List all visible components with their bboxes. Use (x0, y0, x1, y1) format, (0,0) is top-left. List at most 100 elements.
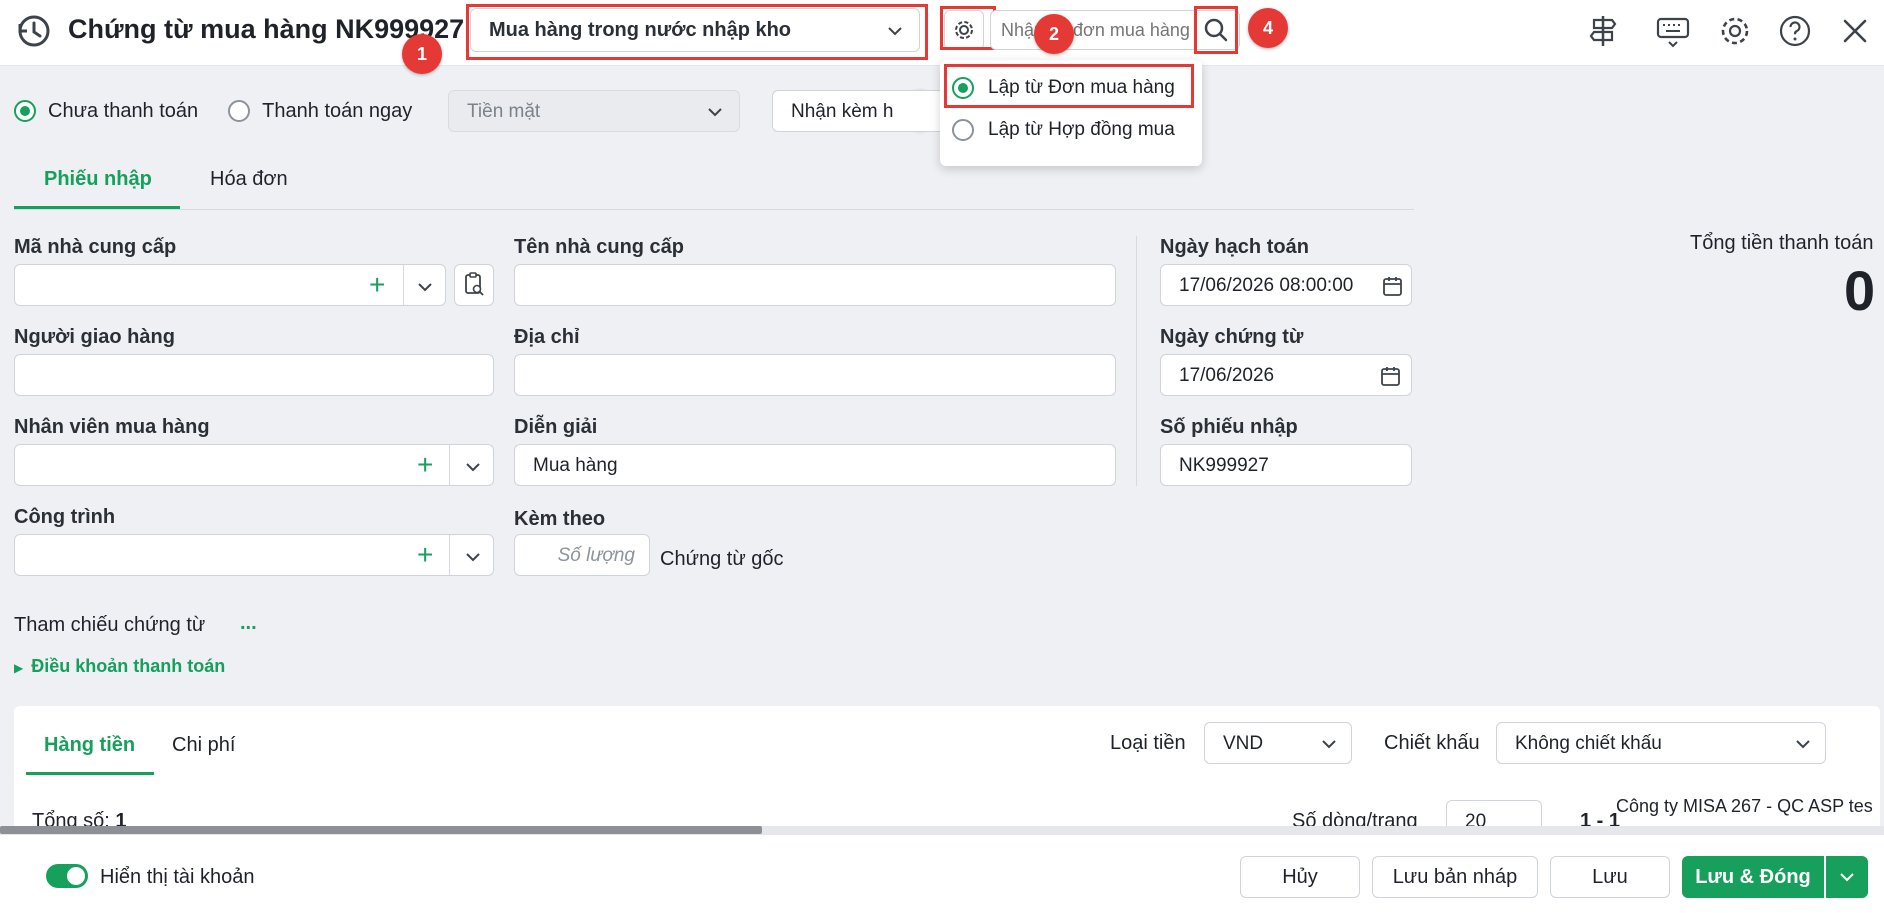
address-field[interactable] (514, 354, 1116, 396)
annotation-badge-1: 1 (402, 34, 442, 74)
receipt-no-label: Số phiếu nhập (1160, 416, 1298, 438)
scrollbar-thumb[interactable] (0, 826, 762, 834)
settings-icon[interactable] (1716, 12, 1754, 50)
receipt-no-field[interactable]: NK999927 (1160, 444, 1412, 486)
project-label: Công trình (14, 506, 116, 528)
show-account-toggle[interactable] (46, 864, 88, 888)
voucher-date-value: 17/06/2026 (1179, 365, 1275, 386)
posting-date-field[interactable]: 17/06/2026 08:00:00 (1160, 264, 1412, 306)
active-tab-indicator (14, 206, 180, 209)
field-separator (449, 445, 450, 485)
add-project-icon[interactable]: + (417, 537, 433, 573)
voucher-reference-button[interactable]: ... (240, 612, 257, 635)
attach-suffix: Chứng từ gốc (660, 548, 784, 570)
discount-label: Chiết khấu (1384, 732, 1480, 754)
save-draft-button[interactable]: Lưu bản nháp (1372, 856, 1538, 898)
payment-method-value: Tiền mặt (467, 101, 541, 122)
chevron-down-icon[interactable] (415, 277, 435, 297)
save-options-button[interactable] (1826, 856, 1868, 898)
chevron-down-icon[interactable] (463, 547, 483, 567)
chevron-down-icon (708, 108, 722, 117)
description-label: Diễn giải (514, 416, 598, 438)
project-field[interactable]: + (14, 534, 494, 576)
payment-status-group: Chưa thanh toán Thanh toán ngay (14, 96, 412, 126)
supplier-name-field[interactable] (514, 264, 1116, 306)
purchase-contract-label: Lập từ Hợp đồng mua (988, 119, 1175, 140)
purchase-contract-radio[interactable] (952, 119, 974, 141)
close-icon[interactable] (1836, 12, 1874, 50)
page-title: Chứng từ mua hàng NK999927 (68, 14, 465, 44)
chevron-down-icon (1840, 873, 1854, 882)
order-search-input[interactable] (1001, 18, 1191, 42)
popup-item-purchase-contract[interactable]: Lập từ Hợp đồng mua (952, 112, 1175, 148)
add-supplier-icon[interactable]: + (369, 267, 385, 303)
active-tab-indicator (26, 772, 154, 775)
payment-method-select: Tiền mặt (448, 90, 740, 132)
deliverer-label: Người giao hàng (14, 326, 175, 348)
save-button[interactable]: Lưu (1550, 856, 1670, 898)
attach-quantity-placeholder: Số lượng (557, 545, 635, 566)
discount-value: Không chiết khấu (1515, 733, 1662, 754)
supplier-code-field[interactable]: + (14, 264, 446, 306)
keyboard-icon[interactable] (1654, 12, 1692, 50)
chevron-down-icon (1322, 740, 1336, 749)
buyer-field[interactable]: + (14, 444, 494, 486)
attach-label: Kèm theo (514, 508, 606, 530)
voucher-date-label: Ngày chứng từ (1160, 326, 1304, 348)
clipboard-search-icon (465, 272, 484, 296)
receive-with-value: Nhận kèm h (791, 101, 894, 122)
column-divider (1136, 236, 1137, 486)
tab-receipt[interactable]: Phiếu nhập (44, 168, 152, 191)
total-payment-value: 0 (1844, 259, 1876, 322)
unpaid-radio[interactable] (14, 100, 36, 122)
field-separator (403, 265, 404, 305)
supplier-lookup-button[interactable] (454, 264, 494, 306)
attach-quantity-field[interactable]: Số lượng (514, 534, 650, 576)
unpaid-label[interactable]: Chưa thanh toán (48, 100, 198, 123)
deliverer-field[interactable] (14, 354, 494, 396)
voucher-date-field[interactable]: 17/06/2026 (1160, 354, 1412, 396)
annotation-badge-2: 2 (1034, 14, 1074, 54)
help-icon[interactable] (1776, 12, 1814, 50)
total-payment-label: Tổng tiền thanh toán (1690, 232, 1874, 254)
tab-goods[interactable]: Hàng tiền (44, 734, 135, 757)
tab-cost[interactable]: Chi phí (172, 734, 235, 757)
posting-date-value: 17/06/2026 08:00:00 (1179, 275, 1354, 296)
currency-value: VND (1223, 733, 1264, 754)
cancel-button[interactable]: Hủy (1240, 856, 1360, 898)
currency-label: Loại tiền (1110, 732, 1186, 754)
add-buyer-icon[interactable]: + (417, 447, 433, 483)
posting-date-label: Ngày hạch toán (1160, 236, 1309, 258)
tab-invoice[interactable]: Hóa đơn (210, 168, 288, 191)
receipt-no-value: NK999927 (1179, 455, 1269, 476)
payment-terms-label: Điều khoản thanh toán (31, 656, 226, 676)
address-label: Địa chỉ (514, 326, 580, 348)
description-field[interactable]: Mua hàng (514, 444, 1116, 486)
company-name: Công ty MISA 267 - QC ASP tes (1616, 796, 1873, 816)
receive-with-select[interactable]: Nhận kèm h (772, 90, 952, 132)
annotation-box-3 (944, 64, 1194, 108)
signpost-icon[interactable] (1584, 12, 1622, 50)
supplier-code-label: Mã nhà cung cấp (14, 236, 177, 258)
show-account-label: Hiển thị tài khoản (100, 866, 255, 888)
pay-now-radio[interactable] (228, 100, 251, 122)
voucher-reference-label: Tham chiếu chứng từ (14, 614, 206, 636)
history-icon[interactable] (14, 12, 52, 50)
currency-select[interactable]: VND (1204, 722, 1352, 764)
supplier-name-label: Tên nhà cung cấp (514, 236, 685, 258)
caret-right-icon: ▶ (14, 661, 24, 675)
discount-select[interactable]: Không chiết khấu (1496, 722, 1826, 764)
annotation-box-4 (1194, 6, 1238, 54)
voucher-tabs: Phiếu nhập Hóa đơn (14, 158, 1414, 210)
field-separator (449, 535, 450, 575)
annotation-badge-4: 4 (1248, 8, 1288, 48)
payment-terms-toggle[interactable]: ▶ Điều khoản thanh toán (14, 656, 225, 677)
save-close-button[interactable]: Lưu & Đóng (1682, 856, 1824, 898)
calendar-icon[interactable] (1379, 365, 1403, 387)
calendar-icon[interactable] (1381, 275, 1405, 297)
chevron-down-icon[interactable] (463, 457, 483, 477)
buyer-label: Nhân viên mua hàng (14, 416, 210, 438)
annotation-box-1 (466, 4, 928, 60)
description-value: Mua hàng (533, 455, 618, 476)
pay-now-label[interactable]: Thanh toán ngay (262, 100, 412, 123)
